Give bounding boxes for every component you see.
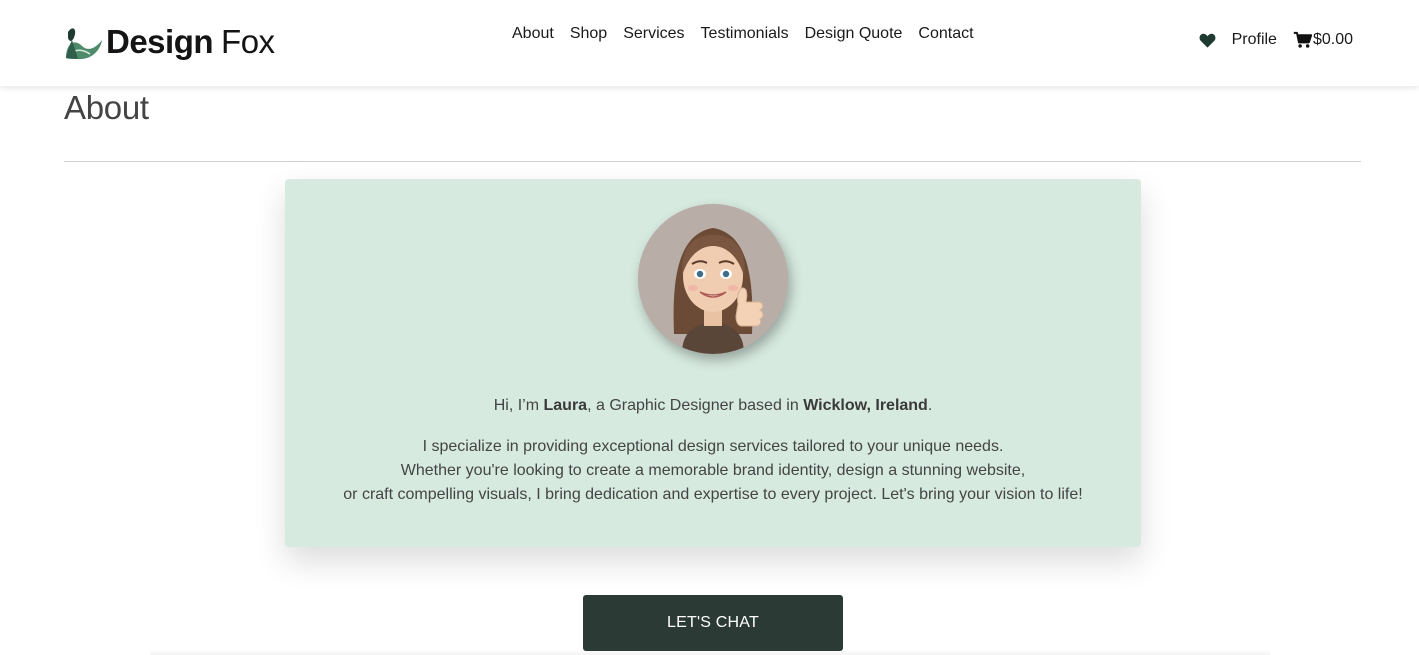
lets-chat-button[interactable]: LET'S CHAT xyxy=(583,595,843,651)
brand-name-bold: Design xyxy=(106,23,214,60)
description-line: Whether you're looking to create a memor… xyxy=(400,462,1026,479)
nav-link-contact[interactable]: Contact xyxy=(910,24,981,44)
page-title: About xyxy=(64,89,149,126)
intro-prefix: Hi, I’m xyxy=(493,397,544,414)
about-card: Hi, I’m Laura, a Graphic Designer based … xyxy=(285,179,1141,547)
cart-icon xyxy=(1293,31,1312,48)
designer-name: Laura xyxy=(543,397,588,414)
nav-link-shop[interactable]: Shop xyxy=(562,24,615,44)
intro-middle: , a Graphic Designer based in xyxy=(587,397,804,414)
fox-leaf-logo-icon xyxy=(66,28,102,60)
about-description: I specialize in providing exceptional de… xyxy=(285,435,1141,507)
memoji-avatar xyxy=(638,204,788,354)
heart-icon[interactable] xyxy=(1199,32,1216,49)
designer-location: Wicklow, Ireland xyxy=(803,397,928,414)
nav-link-services[interactable]: Services xyxy=(615,24,692,44)
nav-link-design-quote[interactable]: Design Quote xyxy=(797,24,911,44)
top-navbar: Design Fox About Shop Services Testimoni… xyxy=(0,0,1419,86)
cart-total: $0.00 xyxy=(1312,31,1353,48)
main-nav: About Shop Services Testimonials Design … xyxy=(504,24,982,44)
cart-button[interactable]: $0.00 xyxy=(1293,31,1353,49)
description-line: I specialize in providing exceptional de… xyxy=(422,438,1004,455)
nav-link-testimonials[interactable]: Testimonials xyxy=(693,24,797,44)
nav-utilities: Profile $0.00 xyxy=(1199,31,1353,49)
brand-logo-link[interactable]: Design Fox xyxy=(64,22,275,62)
nav-link-about[interactable]: About xyxy=(504,24,562,44)
intro-suffix: . xyxy=(927,397,933,414)
section-edge-shadow xyxy=(150,650,1270,655)
description-line: or craft compelling visuals, I bring ded… xyxy=(343,486,1083,503)
intro-text: Hi, I’m Laura, a Graphic Designer based … xyxy=(285,395,1141,417)
profile-link[interactable]: Profile xyxy=(1232,31,1277,49)
title-divider xyxy=(64,161,1361,162)
brand-name-light: Fox xyxy=(221,23,275,60)
